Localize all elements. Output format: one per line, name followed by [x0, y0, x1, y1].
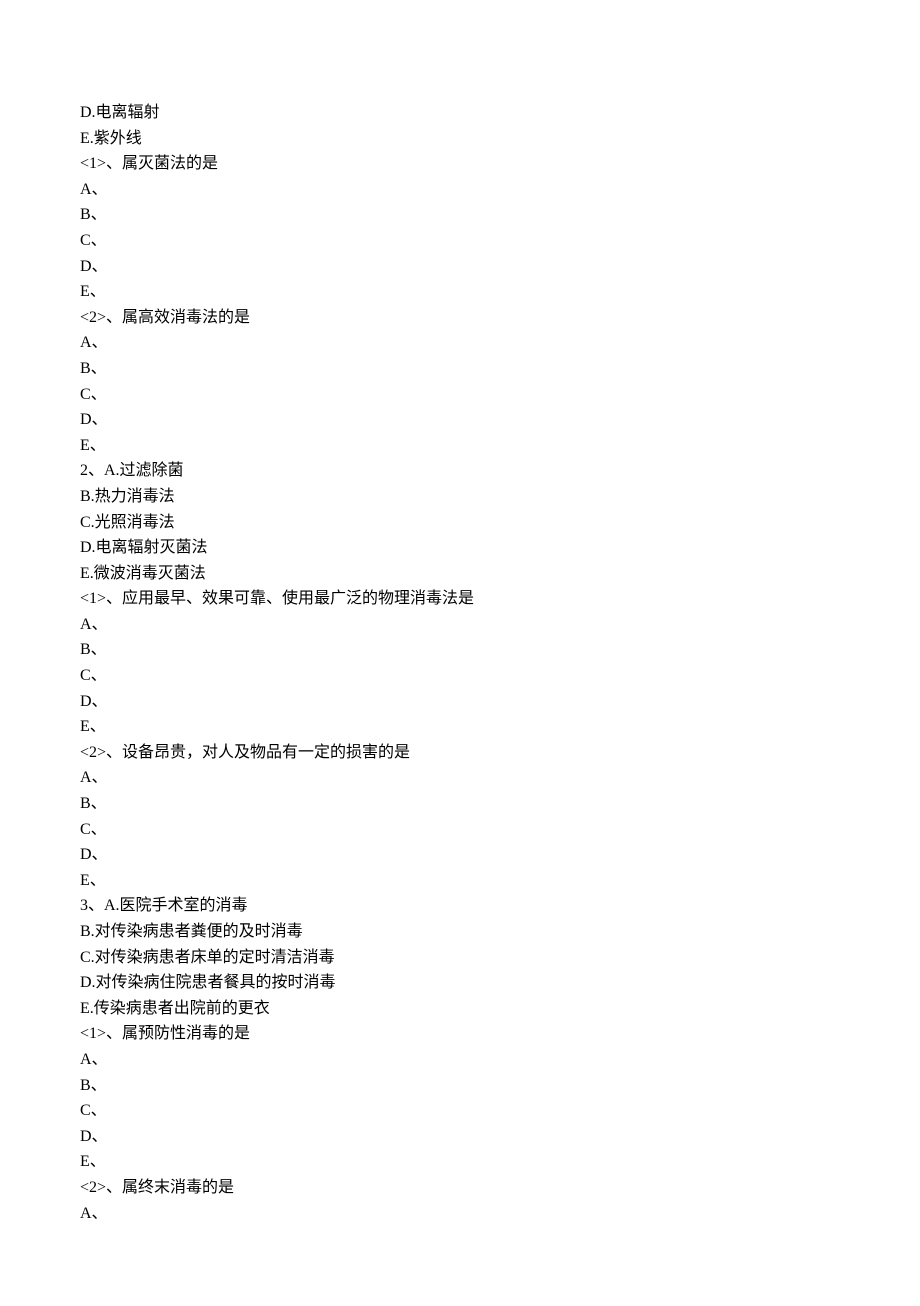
text-line: D.电离辐射 [80, 100, 840, 126]
text-line: B.对传染病患者粪便的及时消毒 [80, 919, 840, 945]
text-line: D.电离辐射灭菌法 [80, 535, 840, 561]
text-line: B、 [80, 637, 840, 663]
text-line: E、 [80, 868, 840, 894]
text-line: C、 [80, 1098, 840, 1124]
text-line: A、 [80, 1047, 840, 1073]
text-line: E、 [80, 1149, 840, 1175]
text-line: C.对传染病患者床单的定时清洁消毒 [80, 945, 840, 971]
text-line: B、 [80, 202, 840, 228]
text-line: B、 [80, 356, 840, 382]
text-line: E、 [80, 279, 840, 305]
text-line: E.紫外线 [80, 126, 840, 152]
text-line: <1>、属预防性消毒的是 [80, 1021, 840, 1047]
text-line: 3、A.医院手术室的消毒 [80, 893, 840, 919]
text-line: B、 [80, 1073, 840, 1099]
text-line: D、 [80, 407, 840, 433]
text-line: D、 [80, 689, 840, 715]
text-line: A、 [80, 177, 840, 203]
text-line: E.微波消毒灭菌法 [80, 561, 840, 587]
text-line: <2>、属终末消毒的是 [80, 1175, 840, 1201]
text-line: E、 [80, 714, 840, 740]
text-line: A、 [80, 612, 840, 638]
text-line: D、 [80, 254, 840, 280]
document-page: D.电离辐射 E.紫外线 <1>、属灭菌法的是 A、 B、 C、 D、 E、 <… [0, 0, 920, 1306]
text-line: B.热力消毒法 [80, 484, 840, 510]
text-line: A、 [80, 330, 840, 356]
text-line: C.光照消毒法 [80, 510, 840, 536]
text-line: D、 [80, 1124, 840, 1150]
text-line: A、 [80, 1201, 840, 1227]
text-line: E.传染病患者出院前的更衣 [80, 996, 840, 1022]
text-line: D.对传染病住院患者餐具的按时消毒 [80, 970, 840, 996]
text-line: C、 [80, 382, 840, 408]
text-line: E、 [80, 433, 840, 459]
text-line: C、 [80, 228, 840, 254]
text-line: <2>、属高效消毒法的是 [80, 305, 840, 331]
text-line: <1>、应用最早、效果可靠、使用最广泛的物理消毒法是 [80, 586, 840, 612]
text-line: <1>、属灭菌法的是 [80, 151, 840, 177]
text-line: D、 [80, 842, 840, 868]
text-line: 2、A.过滤除菌 [80, 458, 840, 484]
text-line: <2>、设备昂贵，对人及物品有一定的损害的是 [80, 740, 840, 766]
text-line: A、 [80, 765, 840, 791]
text-line: C、 [80, 817, 840, 843]
text-line: C、 [80, 663, 840, 689]
text-line: B、 [80, 791, 840, 817]
